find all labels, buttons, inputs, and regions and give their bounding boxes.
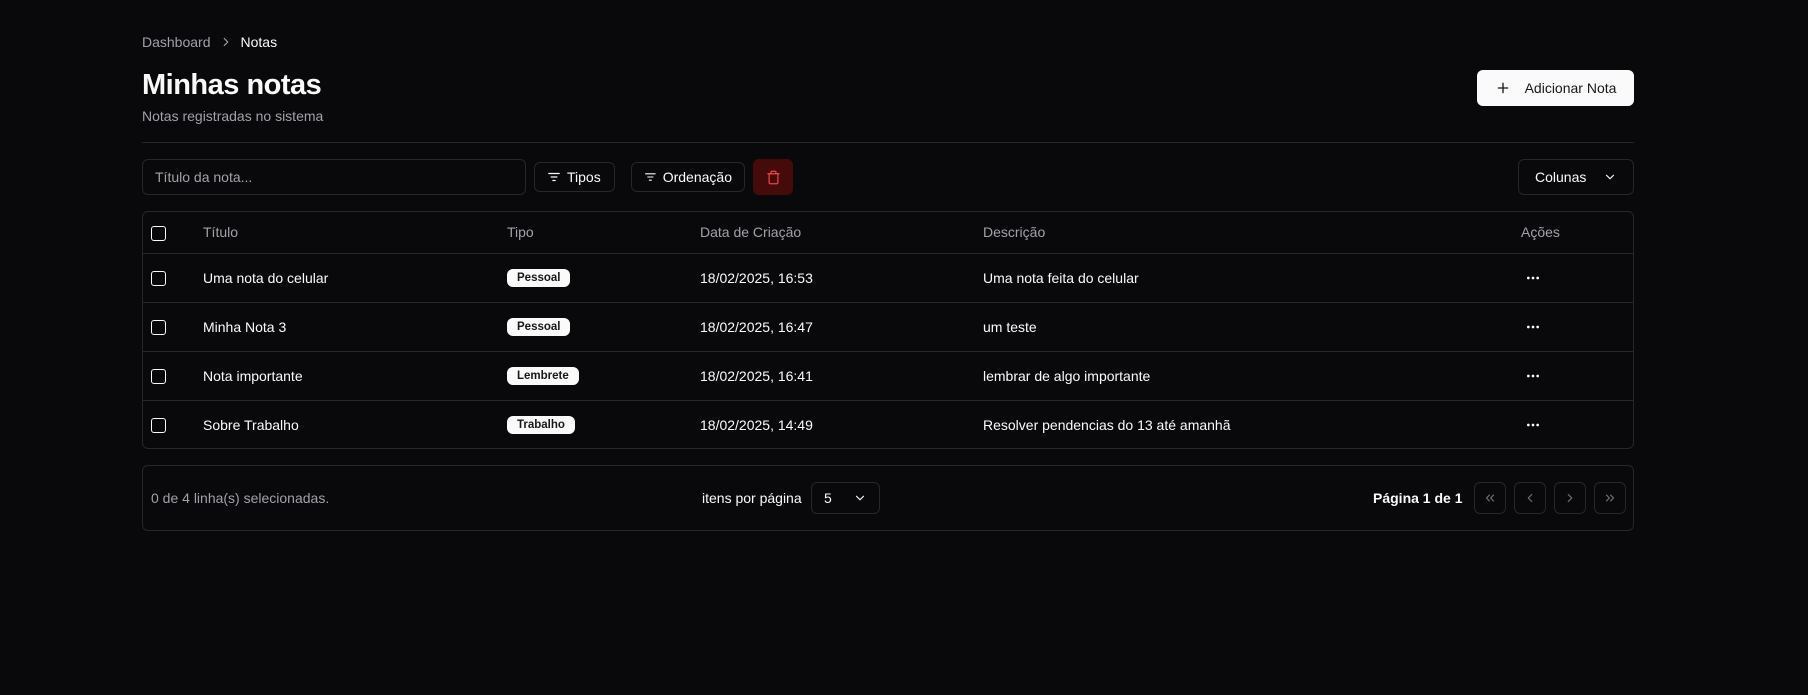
breadcrumb-dashboard-link[interactable]: Dashboard bbox=[142, 34, 211, 50]
cell-description: Uma nota feita do celular bbox=[983, 269, 1139, 286]
add-note-button[interactable]: Adicionar Nota bbox=[1477, 70, 1634, 106]
row-checkbox[interactable] bbox=[151, 270, 166, 286]
ellipsis-icon bbox=[1527, 423, 1539, 427]
filter-icon bbox=[645, 173, 656, 181]
table-row: Uma nota do celular Pessoal 18/02/2025, … bbox=[143, 253, 1633, 302]
column-header-type: Tipo bbox=[507, 224, 534, 241]
last-page-button[interactable] bbox=[1594, 482, 1626, 514]
per-page-value: 5 bbox=[824, 490, 832, 506]
chevrons-left-icon bbox=[1485, 494, 1495, 502]
cell-created: 18/02/2025, 16:41 bbox=[700, 367, 813, 384]
row-actions-button[interactable] bbox=[1517, 311, 1549, 343]
row-checkbox[interactable] bbox=[151, 319, 166, 335]
row-actions-button[interactable] bbox=[1517, 409, 1549, 441]
table-row: Nota importante Lembrete 18/02/2025, 16:… bbox=[143, 351, 1633, 400]
next-page-button[interactable] bbox=[1554, 482, 1586, 514]
selection-count: 0 de 4 linha(s) selecionadas. bbox=[151, 490, 330, 506]
cell-created: 18/02/2025, 16:53 bbox=[700, 269, 813, 286]
page-subtitle: Notas registradas no sistema bbox=[142, 108, 324, 124]
cell-title: Uma nota do celular bbox=[203, 269, 329, 286]
cell-created: 18/02/2025, 16:47 bbox=[700, 318, 813, 335]
page-title: Minhas notas bbox=[142, 69, 322, 101]
filter-types-button[interactable]: Tipos bbox=[534, 162, 615, 192]
cell-description: lembrar de algo importante bbox=[983, 367, 1151, 384]
row-actions-button[interactable] bbox=[1517, 360, 1549, 392]
breadcrumb: Dashboard Notas bbox=[142, 34, 277, 50]
chevron-right-icon bbox=[219, 35, 233, 49]
trash-icon bbox=[766, 170, 780, 184]
filter-sort-button[interactable]: Ordenação bbox=[631, 162, 745, 192]
column-header-actions: Ações bbox=[1521, 224, 1560, 241]
per-page-label: itens por página bbox=[702, 490, 802, 506]
table-header-row: Título Tipo Data de Criação Descrição Aç… bbox=[143, 212, 1633, 253]
type-badge: Trabalho bbox=[507, 416, 575, 435]
type-badge: Lembrete bbox=[507, 367, 579, 385]
chevron-right-icon bbox=[1567, 493, 1573, 503]
cell-title: Nota importante bbox=[203, 367, 303, 384]
type-badge: Pessoal bbox=[507, 269, 571, 287]
table-row: Minha Nota 3 Pessoal 18/02/2025, 16:47 u… bbox=[143, 302, 1633, 351]
cell-title: Minha Nota 3 bbox=[203, 318, 287, 335]
chevron-left-icon bbox=[1527, 493, 1533, 503]
columns-dropdown-button[interactable]: Colunas bbox=[1518, 159, 1634, 195]
first-page-button[interactable] bbox=[1474, 482, 1506, 514]
ellipsis-icon bbox=[1527, 276, 1539, 279]
header-divider bbox=[142, 142, 1634, 143]
search-input[interactable] bbox=[142, 159, 526, 195]
ellipsis-icon bbox=[1527, 325, 1539, 328]
table-row: Sobre Trabalho Trabalho 18/02/2025, 14:4… bbox=[143, 400, 1633, 448]
chevron-down-icon bbox=[855, 495, 865, 501]
cell-description: um teste bbox=[983, 318, 1037, 335]
chevrons-right-icon bbox=[1605, 494, 1615, 502]
filter-sort-label: Ordenação bbox=[662, 169, 732, 185]
breadcrumb-current: Notas bbox=[240, 34, 278, 50]
type-badge: Pessoal bbox=[507, 318, 571, 336]
delete-selected-button[interactable] bbox=[753, 159, 793, 195]
row-checkbox[interactable] bbox=[151, 368, 166, 384]
column-header-description: Descrição bbox=[983, 224, 1046, 241]
add-note-label: Adicionar Nota bbox=[1524, 80, 1617, 96]
cell-description: Resolver pendencias do 13 até amanhã bbox=[983, 416, 1231, 433]
columns-label: Colunas bbox=[1535, 169, 1587, 185]
filter-types-label: Tipos bbox=[567, 169, 601, 185]
cell-title: Sobre Trabalho bbox=[203, 416, 299, 433]
chevron-down-icon bbox=[1605, 174, 1615, 180]
column-header-title: Título bbox=[203, 224, 239, 241]
select-all-checkbox[interactable] bbox=[151, 225, 166, 241]
per-page-select[interactable]: 5 bbox=[811, 482, 880, 514]
filter-icon bbox=[548, 172, 560, 182]
row-checkbox[interactable] bbox=[151, 418, 166, 434]
page-info: Página 1 de 1 bbox=[1373, 490, 1463, 506]
column-header-created: Data de Criação bbox=[700, 224, 802, 241]
cell-created: 18/02/2025, 14:49 bbox=[700, 416, 813, 433]
plus-icon bbox=[1495, 80, 1511, 96]
previous-page-button[interactable] bbox=[1514, 482, 1546, 514]
notes-table: Título Tipo Data de Criação Descrição Aç… bbox=[142, 211, 1634, 449]
ellipsis-icon bbox=[1527, 374, 1539, 377]
row-actions-button[interactable] bbox=[1517, 262, 1549, 294]
table-footer: 0 de 4 linha(s) selecionadas. itens por … bbox=[142, 465, 1634, 531]
